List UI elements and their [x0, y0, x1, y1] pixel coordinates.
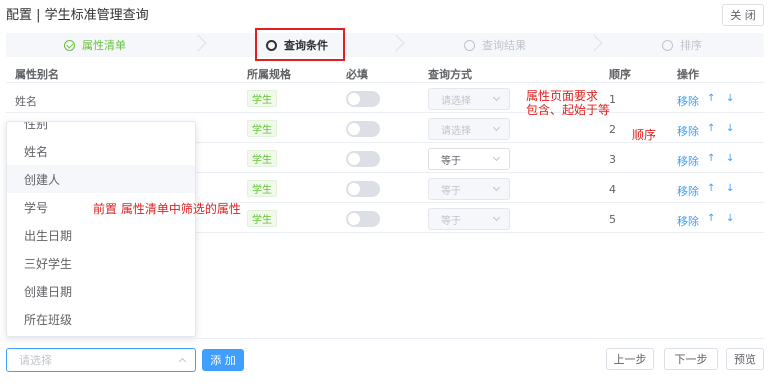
attribute-dropdown: 性别 姓名 创建人 学号 出生日期 三好学生 创建日期 所在班级	[6, 121, 196, 337]
spec-tag: 学生	[247, 90, 277, 107]
step-attribute-list[interactable]: 属性清单	[64, 33, 126, 57]
arrow-up-icon[interactable]: ↑	[707, 183, 715, 194]
required-toggle[interactable]	[346, 211, 380, 227]
query-method-select[interactable]: 等于	[428, 208, 510, 230]
page-title: 配置 | 学生标准管理查询	[6, 8, 149, 23]
chevron-up-icon	[178, 357, 187, 366]
arrow-down-icon[interactable]: ↓	[726, 93, 734, 104]
step-query-results[interactable]: 查询结果	[464, 33, 526, 57]
order-cell: 2	[609, 123, 616, 136]
column-header-query-method: 查询方式	[428, 68, 472, 81]
chevron-right-icon	[189, 34, 207, 52]
query-method-select[interactable]: 等于	[428, 178, 510, 200]
select-value: 请选择	[441, 95, 471, 107]
close-button[interactable]: 关 闭	[722, 4, 764, 26]
column-header-actions: 操作	[677, 68, 699, 81]
dropdown-option-partial[interactable]: 性别	[24, 122, 48, 132]
arrow-up-icon[interactable]: ↑	[707, 123, 715, 134]
arrow-down-icon[interactable]: ↓	[726, 153, 734, 164]
preview-button[interactable]: 预览	[726, 348, 764, 370]
chevron-down-icon	[492, 213, 501, 222]
order-cell: 4	[609, 183, 616, 196]
spec-tag: 学生	[247, 120, 277, 137]
active-step-highlight	[255, 28, 345, 61]
select-value: 等于	[441, 155, 461, 167]
arrow-up-icon[interactable]: ↑	[707, 153, 715, 164]
dropdown-option[interactable]: 出生日期	[7, 221, 195, 249]
divider	[6, 338, 764, 339]
remove-link[interactable]: 移除	[677, 153, 699, 169]
spec-tag: 学生	[247, 210, 277, 227]
arrow-down-icon[interactable]: ↓	[726, 183, 734, 194]
query-method-select[interactable]: 请选择	[428, 88, 510, 110]
step-sort[interactable]: 排序	[662, 33, 702, 57]
annotation-line: 属性页面要求	[526, 89, 599, 103]
spec-tag: 学生	[247, 180, 277, 197]
dropdown-option[interactable]: 姓名	[7, 137, 195, 165]
required-toggle[interactable]	[346, 151, 380, 167]
annotation-order: 顺序	[632, 128, 657, 142]
dropdown-option[interactable]: 创建人	[7, 165, 195, 193]
step-label: 查询结果	[482, 39, 526, 52]
check-circle-icon	[64, 39, 75, 51]
spec-tag: 学生	[247, 150, 277, 167]
arrow-up-icon[interactable]: ↑	[707, 93, 715, 104]
step-label: 属性清单	[82, 39, 126, 52]
arrow-down-icon[interactable]: ↓	[726, 123, 734, 134]
arrow-down-icon[interactable]: ↓	[726, 213, 734, 224]
chevron-right-icon	[585, 34, 603, 52]
required-toggle[interactable]	[346, 181, 380, 197]
select-placeholder: 请选择	[19, 354, 52, 367]
annotation-query-rule: 属性页面要求 包含、起始于等	[526, 89, 610, 117]
remove-link[interactable]: 移除	[677, 123, 699, 139]
next-step-button[interactable]: 下一步	[664, 348, 718, 370]
annotation-line: 包含、起始于等	[526, 103, 611, 117]
query-method-select[interactable]: 请选择	[428, 118, 510, 140]
chevron-down-icon	[492, 123, 501, 132]
chevron-down-icon	[492, 93, 501, 102]
steps-bar: 属性清单 查询条件 查询结果 排序	[6, 33, 764, 57]
column-header-required: 必填	[346, 68, 368, 81]
order-cell: 3	[609, 153, 616, 166]
remove-link[interactable]: 移除	[677, 213, 699, 229]
column-header-alias: 属性别名	[15, 68, 59, 81]
column-header-order: 顺序	[609, 68, 631, 81]
required-toggle[interactable]	[346, 121, 380, 137]
required-toggle[interactable]	[346, 91, 380, 107]
divider	[6, 112, 764, 113]
circle-icon	[662, 39, 673, 51]
order-cell: 5	[609, 213, 616, 226]
select-value: 等于	[441, 185, 461, 197]
remove-link[interactable]: 移除	[677, 93, 699, 109]
remove-link[interactable]: 移除	[677, 183, 699, 199]
select-value: 等于	[441, 215, 461, 227]
dropdown-option[interactable]: 所在班级	[7, 305, 195, 333]
circle-icon	[464, 39, 475, 51]
chevron-right-icon	[387, 34, 405, 52]
query-method-select[interactable]: 等于	[428, 148, 510, 170]
divider	[6, 82, 764, 83]
step-label: 排序	[680, 39, 702, 52]
arrow-up-icon[interactable]: ↑	[707, 213, 715, 224]
order-cell: 1	[609, 93, 616, 106]
chevron-down-icon	[492, 183, 501, 192]
annotation-prefilter: 前置 属性清单中筛选的属性	[93, 202, 241, 216]
dropdown-option[interactable]: 三好学生	[7, 249, 195, 277]
select-value: 请选择	[441, 125, 471, 137]
dropdown-option[interactable]: 创建日期	[7, 277, 195, 305]
add-button[interactable]: 添 加	[202, 349, 244, 371]
chevron-down-icon	[492, 153, 501, 162]
previous-step-button[interactable]: 上一步	[606, 348, 654, 370]
column-header-spec: 所属规格	[247, 68, 291, 81]
alias-cell: 姓名	[15, 95, 37, 108]
attribute-select[interactable]: 请选择	[6, 348, 196, 372]
